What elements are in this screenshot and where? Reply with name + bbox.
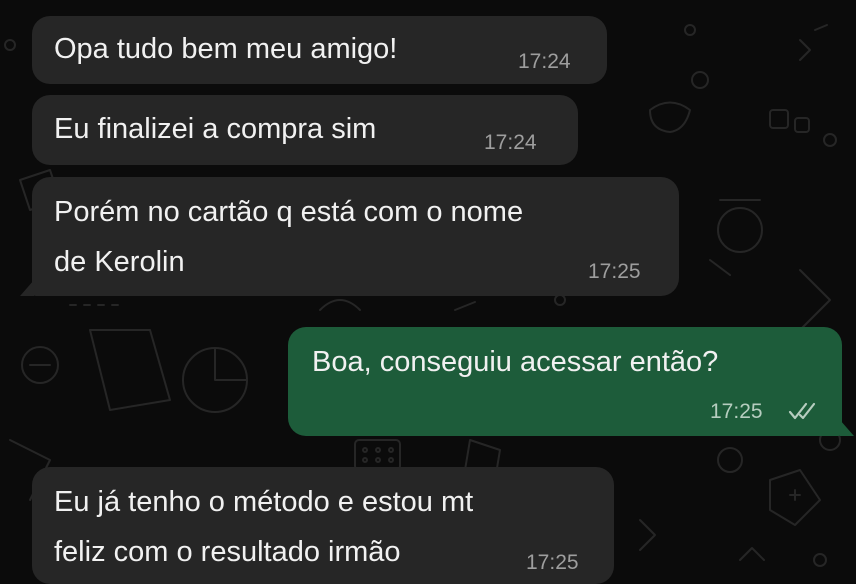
message-text: Eu já tenho o método e estou mt feliz co… bbox=[54, 486, 474, 568]
incoming-message-bubble[interactable]: Opa tudo bem meu amigo! 17:24 bbox=[32, 16, 607, 84]
message-timestamp: 17:25 bbox=[526, 551, 579, 574]
double-check-icon bbox=[788, 402, 816, 420]
incoming-message-bubble[interactable]: Porém no cartão q está com o nome de Ker… bbox=[32, 177, 679, 296]
message-timestamp: 17:24 bbox=[484, 131, 537, 154]
bubble-tail bbox=[20, 280, 34, 296]
message-timestamp: 17:25 bbox=[710, 400, 763, 423]
incoming-message-bubble[interactable]: Eu finalizei a compra sim 17:24 bbox=[32, 95, 578, 165]
bubble-tail bbox=[840, 420, 854, 436]
message-timestamp: 17:25 bbox=[588, 260, 641, 283]
message-text: Porém no cartão q está com o nome de Ker… bbox=[54, 196, 524, 278]
incoming-message-bubble[interactable]: Eu já tenho o método e estou mt feliz co… bbox=[32, 467, 614, 584]
message-timestamp: 17:24 bbox=[518, 50, 571, 73]
message-text: Boa, conseguiu acessar então? bbox=[312, 346, 719, 378]
message-text: Opa tudo bem meu amigo! bbox=[54, 33, 398, 65]
outgoing-message-bubble[interactable]: Boa, conseguiu acessar então? 17:25 bbox=[288, 327, 842, 436]
message-text: Eu finalizei a compra sim bbox=[54, 113, 377, 145]
